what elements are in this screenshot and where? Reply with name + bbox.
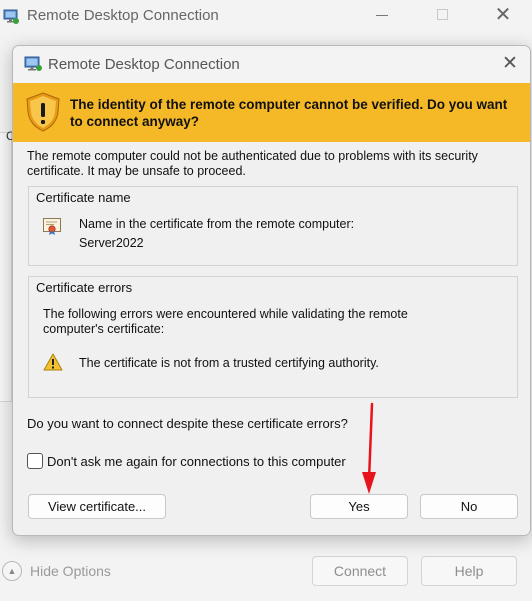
certificate-name-group: Certificate name Name in the certificate… [28, 186, 518, 266]
background-titlebar: Remote Desktop Connection ✕ [0, 0, 532, 32]
warning-shield-icon [26, 92, 60, 132]
certificate-errors-description: The following errors were encountered wh… [43, 307, 408, 336]
background-footer: ▲ Hide Options Connect Help [0, 550, 532, 601]
dialog-titlebar: Remote Desktop Connection ✕ [13, 46, 530, 83]
certificate-icon [43, 218, 61, 235]
no-button[interactable]: No [420, 494, 518, 519]
hide-options-label: Hide Options [30, 563, 111, 579]
minimize-button[interactable] [376, 15, 388, 16]
connect-question: Do you want to connect despite these cer… [27, 416, 348, 431]
dialog-description: The remote computer could not be authent… [27, 149, 478, 178]
certificate-error-item: The certificate is not from a trusted ce… [79, 356, 379, 370]
remote-desktop-icon [3, 9, 19, 24]
warning-banner-text: The identity of the remote computer cann… [70, 97, 508, 129]
dont-ask-again-label[interactable]: Don't ask me again for connections to th… [47, 454, 346, 469]
background-window-title: Remote Desktop Connection [27, 7, 219, 24]
certificate-name-value: Server2022 [79, 236, 144, 250]
maximize-button[interactable] [437, 9, 448, 20]
chevron-up-icon: ▲ [2, 561, 22, 581]
yes-button[interactable]: Yes [310, 494, 408, 519]
background-panel-edge [0, 132, 12, 402]
dont-ask-again-row[interactable]: Don't ask me again for connections to th… [27, 453, 346, 469]
hide-options-toggle[interactable]: ▲ Hide Options [2, 560, 111, 582]
certificate-name-group-title: Certificate name [36, 190, 131, 205]
certificate-name-label: Name in the certificate from the remote … [79, 217, 355, 231]
warning-triangle-icon [43, 353, 63, 371]
certificate-errors-group-title: Certificate errors [36, 280, 133, 295]
close-icon[interactable]: ✕ [500, 54, 520, 74]
help-button[interactable]: Help [421, 556, 517, 586]
remote-desktop-icon [24, 56, 42, 71]
red-arrow-icon [362, 402, 376, 494]
certificate-warning-dialog: Remote Desktop Connection ✕ The identity… [12, 45, 531, 536]
background-close-icon[interactable]: ✕ [493, 5, 513, 25]
view-certificate-button[interactable]: View certificate... [28, 494, 166, 519]
connect-button[interactable]: Connect [312, 556, 408, 586]
dont-ask-again-checkbox[interactable] [27, 453, 43, 469]
warning-banner: The identity of the remote computer cann… [13, 83, 530, 142]
certificate-errors-group: Certificate errors The following errors … [28, 276, 518, 398]
dialog-title: Remote Desktop Connection [48, 56, 240, 73]
